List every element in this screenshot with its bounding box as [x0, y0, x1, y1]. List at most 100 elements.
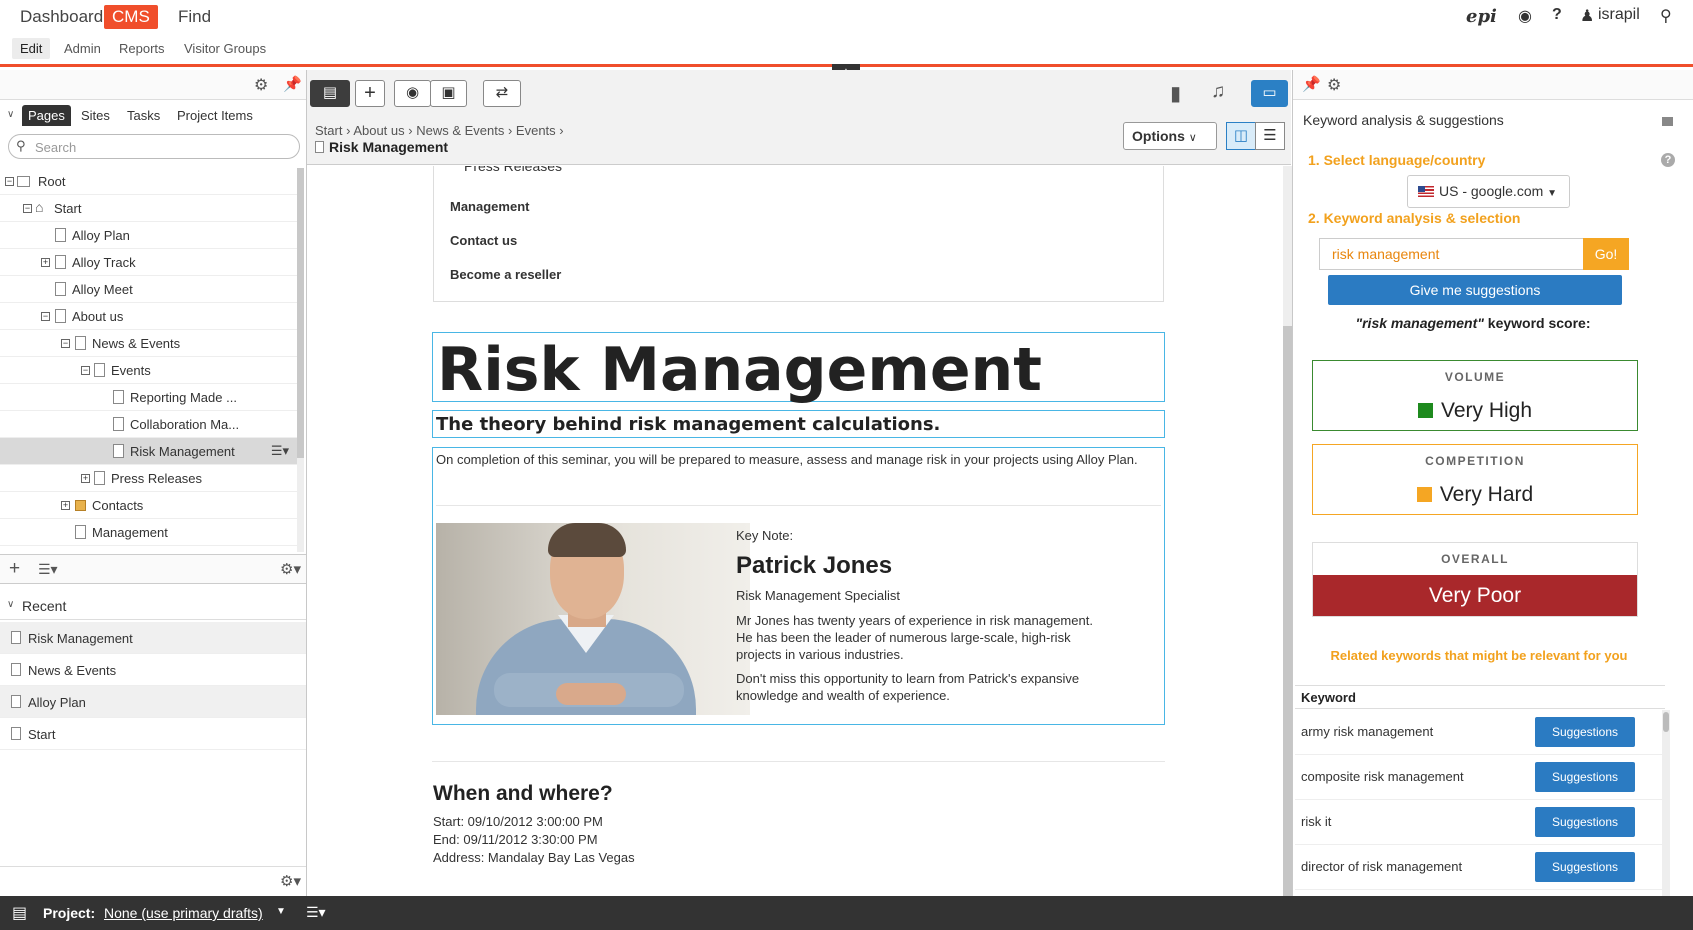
tree-node-management[interactable]: Management — [0, 519, 297, 546]
subnav-visitor-groups[interactable]: Visitor Groups — [176, 38, 274, 59]
tree-node-root[interactable]: − Root — [0, 168, 297, 195]
title-edit-block[interactable]: Risk Management — [432, 332, 1165, 405]
subnav-admin[interactable]: Admin — [56, 38, 109, 59]
user-name[interactable]: israpil — [1598, 6, 1640, 24]
globe-icon[interactable]: ◉ — [1518, 6, 1532, 26]
tree-node-alloy-plan[interactable]: Alloy Plan — [0, 222, 297, 249]
tree-node-collaboration[interactable]: Collaboration Ma... — [0, 411, 297, 438]
keyword-input[interactable]: risk management — [1319, 238, 1584, 270]
help-icon[interactable]: ? — [1661, 153, 1675, 167]
expand-icon[interactable]: + — [81, 474, 90, 483]
expand-icon[interactable]: + — [61, 501, 70, 510]
breadcrumb-item[interactable]: About us — [353, 123, 404, 138]
suggestions-button[interactable]: Suggestions — [1535, 717, 1635, 747]
recent-item[interactable]: Risk Management — [0, 622, 306, 654]
gear-icon[interactable]: ⚙▾ — [280, 872, 301, 890]
breadcrumb-item[interactable]: News & Events — [416, 123, 504, 138]
expand-icon[interactable]: + — [41, 258, 50, 267]
collapse-icon[interactable]: − — [61, 339, 70, 348]
language-dropdown[interactable]: US - google.com ▼ — [1407, 175, 1570, 208]
compare-preview-icon[interactable]: ▣ — [430, 80, 467, 107]
help-icon[interactable]: ? — [1552, 6, 1562, 24]
options-dropdown[interactable]: Options ∨ — [1123, 122, 1217, 150]
assets-folder-icon[interactable]: ▭ — [1251, 80, 1288, 107]
collapse-icon[interactable]: − — [23, 204, 32, 213]
collapse-icon[interactable]: − — [41, 312, 50, 321]
project-menu-icon[interactable]: ☰▾ — [306, 904, 326, 921]
context-menu-icon[interactable]: ☰▾ — [271, 443, 289, 459]
list-menu-icon[interactable]: ☰▾ — [38, 561, 58, 578]
tree-node-risk-management[interactable]: Risk Management ☰▾ — [0, 438, 297, 465]
tree-node-press-releases[interactable]: + Press Releases — [0, 465, 297, 492]
chevron-down-icon: ▼ — [1547, 188, 1558, 199]
recent-item[interactable]: Start — [0, 718, 306, 750]
menu-subitem[interactable]: Press Releases — [464, 166, 562, 174]
tree-node-events[interactable]: − Events — [0, 357, 297, 384]
onpage-edit-icon[interactable]: ◫ — [1226, 122, 1256, 150]
collapse-icon[interactable]: − — [81, 366, 90, 375]
search-icon[interactable]: ⚲ — [1660, 6, 1672, 26]
body-edit-block[interactable]: On completion of this seminar, you will … — [432, 447, 1165, 725]
tab-project-items[interactable]: Project Items — [171, 105, 259, 126]
chevron-down-icon[interactable]: ▼ — [276, 906, 286, 917]
tab-tasks[interactable]: Tasks — [121, 105, 166, 126]
project-selector[interactable]: None (use primary drafts) — [104, 905, 263, 921]
collapse-chevron-icon[interactable]: ∨ — [7, 109, 14, 120]
minimize-icon[interactable] — [1662, 117, 1673, 126]
collapse-icon[interactable]: − — [5, 177, 14, 186]
suggestions-button[interactable]: Suggestions — [1535, 762, 1635, 792]
preview-eye-icon[interactable]: ◉ — [394, 80, 431, 107]
recent-item[interactable]: News & Events — [0, 654, 306, 686]
compare-versions-icon[interactable]: ⇄ — [483, 80, 521, 107]
page-title: Risk Management — [315, 139, 448, 155]
comment-icon[interactable]: ▮ — [1170, 81, 1181, 106]
gear-icon[interactable]: ⚙▾ — [280, 560, 301, 578]
tree-node-contacts[interactable]: + Contacts — [0, 492, 297, 519]
subnav-edit[interactable]: Edit — [12, 38, 51, 59]
gear-icon[interactable]: ⚙ — [254, 75, 268, 95]
page-tree: − Root − ⌂ Start Alloy Plan + Alloy Trac… — [0, 168, 297, 552]
scroll-thumb[interactable] — [297, 168, 304, 458]
tree-node-reporting[interactable]: Reporting Made ... — [0, 384, 297, 411]
tree-node-about-us[interactable]: − About us — [0, 303, 297, 330]
page-scrollbar[interactable] — [1283, 166, 1292, 896]
tree-scrollbar[interactable] — [297, 168, 304, 552]
nav-find[interactable]: Find — [170, 5, 219, 29]
notification-bell-icon[interactable]: ♫ — [1211, 81, 1225, 103]
suggestions-button[interactable]: Suggestions — [1535, 807, 1635, 837]
pin-icon[interactable]: 📌 — [283, 75, 302, 93]
recent-header[interactable]: ∨ Recent — [0, 592, 306, 620]
menu-item[interactable]: Contact us — [450, 233, 517, 248]
add-icon[interactable]: + — [9, 558, 20, 580]
suggestions-button[interactable]: Suggestions — [1535, 852, 1635, 882]
breadcrumb-item[interactable]: Events — [516, 123, 556, 138]
pin-icon[interactable]: 📌 — [1302, 75, 1321, 93]
keyword-scrollbar[interactable] — [1662, 710, 1670, 896]
give-suggestions-button[interactable]: Give me suggestions — [1328, 275, 1622, 305]
tree-node-start[interactable]: − ⌂ Start — [0, 195, 297, 222]
tab-pages[interactable]: Pages — [22, 105, 71, 126]
go-button[interactable]: Go! — [1583, 238, 1629, 270]
gear-icon[interactable]: ⚙ — [1327, 75, 1341, 95]
add-icon[interactable]: + — [355, 80, 385, 107]
nav-dashboard[interactable]: Dashboard — [12, 5, 111, 29]
nav-cms[interactable]: CMS — [104, 5, 158, 29]
search-icon: ⚲ — [16, 138, 26, 153]
user-icon[interactable]: ♟ — [1580, 6, 1594, 26]
subnav-reports[interactable]: Reports — [111, 38, 173, 59]
all-properties-icon[interactable]: ☰ — [1255, 122, 1285, 150]
scroll-thumb[interactable] — [1663, 712, 1669, 732]
subtitle-edit-block[interactable]: The theory behind risk management calcul… — [432, 410, 1165, 438]
menu-item[interactable]: Management — [450, 199, 529, 214]
page-tree-toggle-button[interactable]: ▤ — [310, 80, 350, 107]
menu-item[interactable]: Become a reseller — [450, 267, 561, 282]
tree-node-news-events[interactable]: − News & Events — [0, 330, 297, 357]
tree-node-alloy-meet[interactable]: Alloy Meet — [0, 276, 297, 303]
breadcrumb-item[interactable]: Start — [315, 123, 342, 138]
search-input[interactable]: ⚲ Search — [8, 134, 300, 159]
recent-item[interactable]: Alloy Plan — [0, 686, 306, 718]
tab-sites[interactable]: Sites — [75, 105, 116, 126]
tree-node-alloy-track[interactable]: + Alloy Track — [0, 249, 297, 276]
scroll-thumb[interactable] — [1283, 326, 1292, 896]
collapse-chevron-icon[interactable]: ∨ — [7, 599, 14, 610]
